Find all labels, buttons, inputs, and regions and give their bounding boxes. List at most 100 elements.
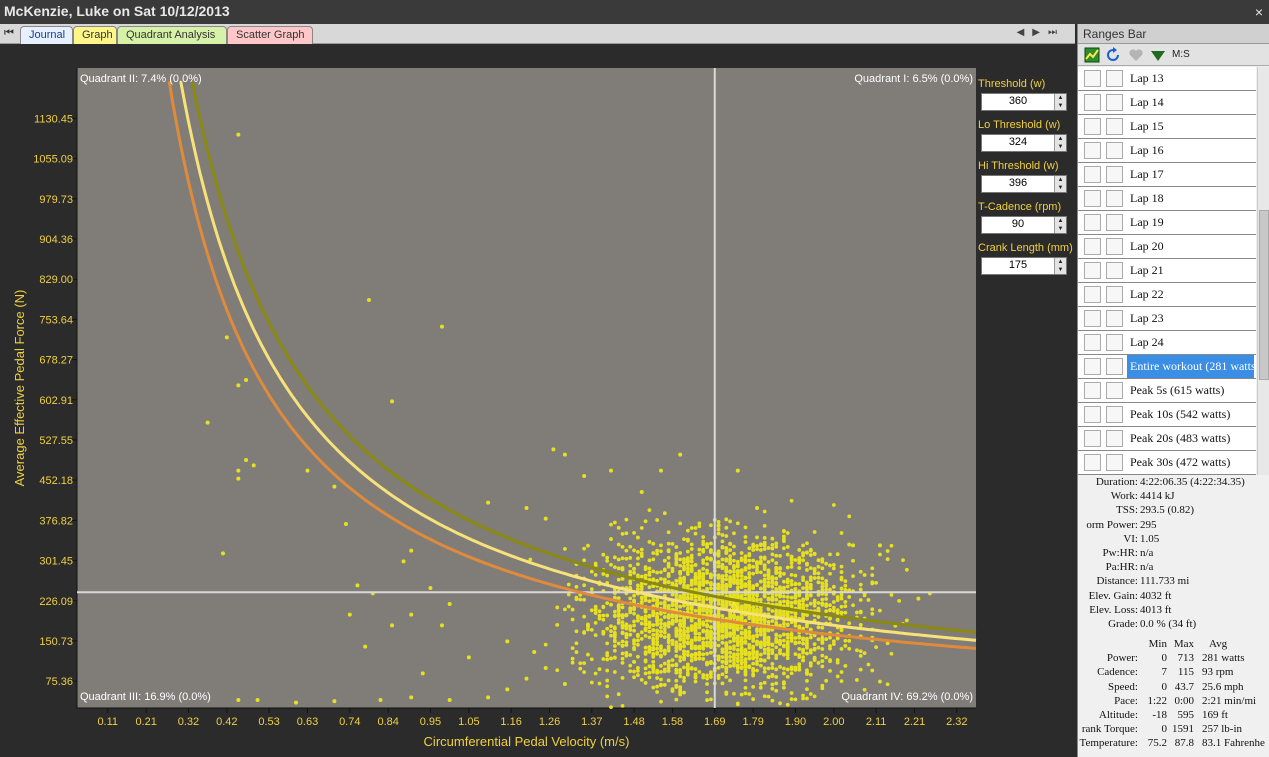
t-cadence-spinner-icon[interactable]: ▲ ▼: [1054, 217, 1066, 233]
range-item-label[interactable]: Peak 5s (615 watts): [1127, 379, 1254, 402]
range-checkbox[interactable]: [1106, 70, 1123, 87]
stats-table-row: rank Torque: 0 1591 257 lb-in: [1078, 723, 1269, 737]
range-item-label[interactable]: Peak 30s (472 watts): [1127, 451, 1254, 474]
range-item[interactable]: Peak 5s (615 watts): [1078, 379, 1256, 403]
tab-journal[interactable]: Journal: [20, 26, 73, 44]
range-checkbox[interactable]: [1084, 214, 1101, 231]
range-item[interactable]: Peak 30s (472 watts): [1078, 451, 1256, 475]
range-checkbox[interactable]: [1084, 358, 1101, 375]
range-checkbox[interactable]: [1084, 70, 1101, 87]
range-checkbox[interactable]: [1106, 262, 1123, 279]
lo-threshold-spinner-icon[interactable]: ▲ ▼: [1054, 135, 1066, 151]
range-checkbox[interactable]: [1106, 334, 1123, 351]
range-item[interactable]: Lap 18: [1078, 187, 1256, 211]
range-item-label[interactable]: Lap 14: [1127, 91, 1254, 114]
range-item-label[interactable]: Lap 15: [1127, 115, 1254, 138]
tab-graph[interactable]: Graph: [73, 26, 117, 44]
ms-toggle[interactable]: M:S: [1172, 49, 1190, 60]
range-checkbox[interactable]: [1106, 358, 1123, 375]
range-checkbox[interactable]: [1106, 214, 1123, 231]
range-item[interactable]: Entire workout (281 watts): [1078, 355, 1256, 379]
range-item[interactable]: Lap 19: [1078, 211, 1256, 235]
range-checkbox[interactable]: [1084, 166, 1101, 183]
hi-threshold-spinner-icon[interactable]: ▲ ▼: [1054, 176, 1066, 192]
range-checkbox[interactable]: [1106, 238, 1123, 255]
heart-icon[interactable]: [1128, 47, 1144, 63]
range-item[interactable]: Lap 20: [1078, 235, 1256, 259]
range-item[interactable]: Lap 14: [1078, 91, 1256, 115]
range-checkbox[interactable]: [1106, 286, 1123, 303]
range-checkbox[interactable]: [1106, 166, 1123, 183]
range-checkbox[interactable]: [1084, 382, 1101, 399]
range-checkbox[interactable]: [1106, 454, 1123, 471]
range-checkbox[interactable]: [1106, 94, 1123, 111]
range-checkbox[interactable]: [1084, 238, 1101, 255]
hi-threshold-input[interactable]: 396 ▲ ▼: [981, 175, 1067, 193]
range-item-label[interactable]: Peak 20s (483 watts): [1127, 427, 1254, 450]
range-item-label[interactable]: Lap 23: [1127, 307, 1254, 330]
range-checkbox[interactable]: [1084, 430, 1101, 447]
hi-threshold-value[interactable]: 396: [982, 177, 1054, 189]
chart-icon[interactable]: [1084, 47, 1100, 63]
scroll-thumb[interactable]: [1259, 210, 1269, 380]
threshold-value[interactable]: 360: [982, 95, 1054, 107]
data-point: [758, 681, 763, 686]
range-checkbox[interactable]: [1106, 406, 1123, 423]
range-item[interactable]: Lap 24: [1078, 331, 1256, 355]
range-item-label[interactable]: Lap 13: [1127, 67, 1254, 90]
range-item-label[interactable]: Lap 24: [1127, 331, 1254, 354]
close-icon[interactable]: ×: [1255, 4, 1263, 20]
range-checkbox[interactable]: [1084, 118, 1101, 135]
range-checkbox[interactable]: [1106, 430, 1123, 447]
t-cadence-input[interactable]: 90 ▲ ▼: [981, 216, 1067, 234]
range-checkbox[interactable]: [1084, 142, 1101, 159]
lo-threshold-value[interactable]: 324: [982, 136, 1054, 148]
tab-scroll-icons[interactable]: ◀▶⏭: [1017, 27, 1065, 38]
range-item-label[interactable]: Lap 19: [1127, 211, 1254, 234]
range-item[interactable]: Lap 15: [1078, 115, 1256, 139]
crank-length-value[interactable]: 175: [982, 259, 1054, 271]
range-item-label[interactable]: Lap 20: [1127, 235, 1254, 258]
range-checkbox[interactable]: [1084, 406, 1101, 423]
threshold-input[interactable]: 360 ▲ ▼: [981, 93, 1067, 111]
range-item[interactable]: Lap 16: [1078, 139, 1256, 163]
mountain-icon[interactable]: [1150, 47, 1166, 63]
range-item-label[interactable]: Lap 17: [1127, 163, 1254, 186]
range-item-label[interactable]: Peak 10s (542 watts): [1127, 403, 1254, 426]
range-item-label[interactable]: Lap 18: [1127, 187, 1254, 210]
range-checkbox[interactable]: [1106, 118, 1123, 135]
y-tick-label: 1130.45: [34, 113, 73, 125]
range-checkbox[interactable]: [1084, 94, 1101, 111]
range-item[interactable]: Peak 20s (483 watts): [1078, 427, 1256, 451]
range-item[interactable]: Lap 21: [1078, 259, 1256, 283]
range-item[interactable]: Peak 10s (542 watts): [1078, 403, 1256, 427]
tab-scatter-graph[interactable]: Scatter Graph: [227, 26, 313, 44]
range-item-label[interactable]: Lap 21: [1127, 259, 1254, 282]
range-checkbox[interactable]: [1106, 310, 1123, 327]
range-item[interactable]: Lap 17: [1078, 163, 1256, 187]
range-item[interactable]: Lap 13: [1078, 67, 1256, 91]
range-item-label[interactable]: Lap 22: [1127, 283, 1254, 306]
range-checkbox[interactable]: [1084, 262, 1101, 279]
range-item[interactable]: Lap 22: [1078, 283, 1256, 307]
ranges-scrollbar[interactable]: [1257, 67, 1269, 475]
range-checkbox[interactable]: [1084, 454, 1101, 471]
range-checkbox[interactable]: [1106, 190, 1123, 207]
threshold-spinner-icon[interactable]: ▲ ▼: [1054, 94, 1066, 110]
crank-length-spinner-icon[interactable]: ▲ ▼: [1054, 258, 1066, 274]
lo-threshold-input[interactable]: 324 ▲ ▼: [981, 134, 1067, 152]
range-checkbox[interactable]: [1084, 286, 1101, 303]
range-item-label[interactable]: Lap 16: [1127, 139, 1254, 162]
t-cadence-value[interactable]: 90: [982, 218, 1054, 230]
tab-quadrant-analysis[interactable]: Quadrant Analysis: [117, 26, 227, 44]
range-item[interactable]: Lap 23: [1078, 307, 1256, 331]
range-item-label[interactable]: Entire workout (281 watts): [1127, 355, 1254, 378]
range-checkbox[interactable]: [1084, 190, 1101, 207]
crank-length-input[interactable]: 175 ▲ ▼: [981, 257, 1067, 275]
first-tab-icon[interactable]: ⏮: [4, 27, 14, 40]
range-checkbox[interactable]: [1106, 382, 1123, 399]
refresh-icon[interactable]: [1105, 47, 1121, 63]
range-checkbox[interactable]: [1084, 310, 1101, 327]
range-checkbox[interactable]: [1084, 334, 1101, 351]
range-checkbox[interactable]: [1106, 142, 1123, 159]
